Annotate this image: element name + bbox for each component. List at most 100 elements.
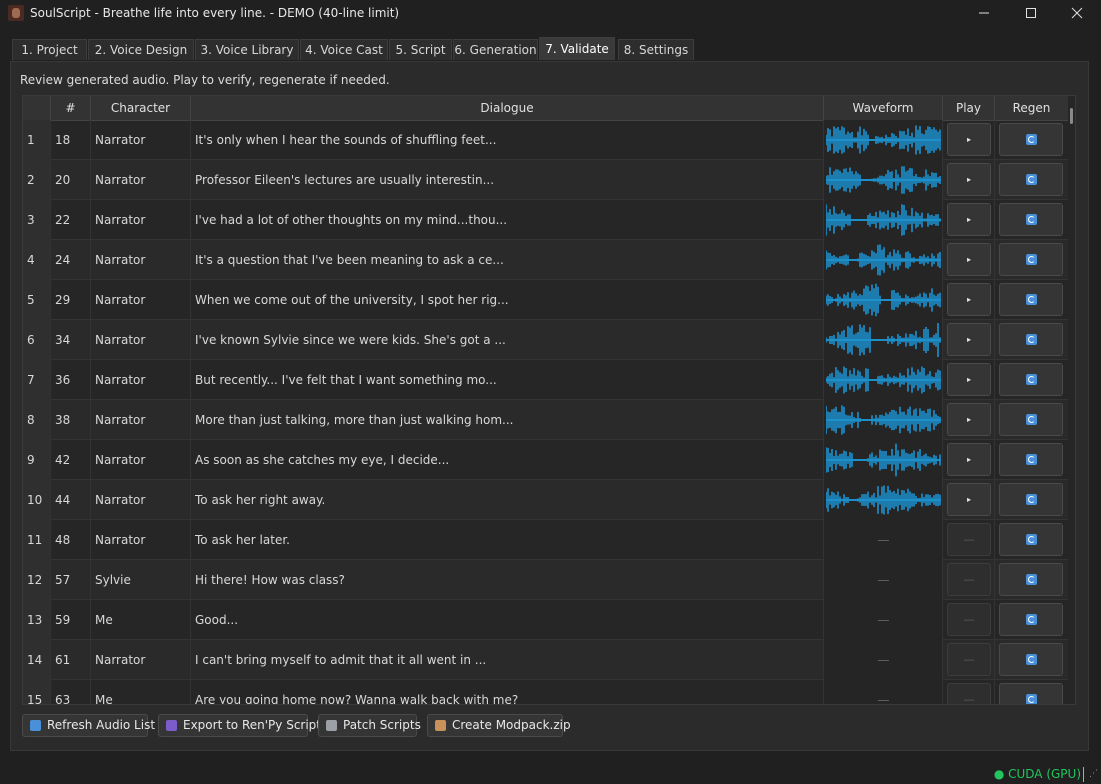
header-character[interactable]: Character [91,96,191,120]
regen-button[interactable] [999,683,1063,704]
tab-voice-design[interactable]: 2. Voice Design [88,39,194,60]
table-row[interactable]: 14 61 Narrator I can't bring myself to admi… [23,640,1068,680]
row-index: 14 [23,640,51,680]
play-cell: ▸ [943,360,995,400]
close-button[interactable] [1054,0,1100,26]
dialogue-text: To ask her right away. [191,480,824,520]
tab-settings[interactable]: 8. Settings [618,39,694,60]
play-button[interactable]: — [947,683,991,704]
regen-button[interactable] [999,443,1063,476]
line-number: 61 [51,640,91,680]
waveform-cell [824,360,943,400]
regen-button[interactable] [999,363,1063,396]
regen-cell [995,160,1068,200]
resize-grip-icon[interactable]: ⋰ [1089,769,1098,781]
minimize-button[interactable] [961,0,1007,26]
row-index: 13 [23,600,51,640]
play-button[interactable]: ▸ [947,283,991,316]
character-name: Narrator [91,320,191,360]
table-row[interactable]: 1 18 Narrator It's only when I hear the sou… [23,120,1068,160]
character-name: Narrator [91,200,191,240]
dialogue-text: Are you going home now? Wanna walk back … [191,680,824,704]
play-button[interactable]: ▸ [947,323,991,356]
tab-voice-library[interactable]: 3. Voice Library [195,39,299,60]
tab-project[interactable]: 1. Project [12,39,87,60]
character-name: Narrator [91,160,191,200]
audio-table: # Character Dialogue Waveform Play Regen… [22,95,1076,705]
line-number: 34 [51,320,91,360]
dialogue-text: It's only when I hear the sounds of shuf… [191,120,824,160]
create-modpack-button[interactable]: Create Modpack.zip [427,714,571,737]
table-row[interactable]: 9 42 Narrator As soon as she catches my eye… [23,440,1068,480]
table-row[interactable]: 12 57 Sylvie Hi there! How was class? — — [23,560,1068,600]
tab-script[interactable]: 5. Script [389,39,452,60]
regen-button[interactable] [999,243,1063,276]
tab-voice-cast[interactable]: 4. Voice Cast [300,39,388,60]
play-button[interactable]: ▸ [947,243,991,276]
regen-button[interactable] [999,603,1063,636]
refresh-icon [1025,494,1037,505]
header-dialogue[interactable]: Dialogue [191,96,824,120]
play-button[interactable]: ▸ [947,483,991,516]
play-button[interactable]: ▸ [947,163,991,196]
table-row[interactable]: 15 63 Me Are you going home now? Wanna walk… [23,680,1068,704]
regen-button[interactable] [999,323,1063,356]
regen-cell [995,400,1068,440]
waveform-graphic [826,283,941,317]
play-cell: ▸ [943,240,995,280]
regen-cell [995,440,1068,480]
table-row[interactable]: 11 48 Narrator To ask her later. — — [23,520,1068,560]
table-row[interactable]: 10 44 Narrator To ask her right away. ▸ [23,480,1068,520]
header-regen[interactable]: Regen [995,96,1068,120]
header-play[interactable]: Play [943,96,995,120]
regen-button[interactable] [999,283,1063,316]
line-number: 36 [51,360,91,400]
play-button[interactable]: ▸ [947,443,991,476]
refresh-icon [1025,414,1037,425]
waveform-graphic [826,366,941,394]
tab-generation[interactable]: 6. Generation [453,39,538,60]
regen-button[interactable] [999,563,1063,596]
vertical-scrollbar[interactable] [1068,96,1075,704]
play-button[interactable]: ▸ [947,123,991,156]
regen-button[interactable] [999,123,1063,156]
play-button[interactable]: — [947,643,991,676]
refresh-icon [30,720,41,731]
play-button[interactable]: — [947,603,991,636]
table-row[interactable]: 13 59 Me Good... — — [23,600,1068,640]
export-renpy-button[interactable]: Export to Ren'Py Script [158,714,321,737]
play-cell: — [943,640,995,680]
character-name: Narrator [91,120,191,160]
dialogue-text: As soon as she catches my eye, I decide.… [191,440,824,480]
waveform-cell [824,120,943,160]
regen-button[interactable] [999,483,1063,516]
play-button[interactable]: ▸ [947,203,991,236]
play-button[interactable]: — [947,523,991,556]
regen-cell [995,680,1068,704]
regen-button[interactable] [999,203,1063,236]
waveform-graphic [826,244,941,276]
regen-button[interactable] [999,523,1063,556]
header-num[interactable]: # [51,96,91,120]
dialogue-text: It's a question that I've been meaning t… [191,240,824,280]
regen-button[interactable] [999,163,1063,196]
play-button[interactable]: ▸ [947,403,991,436]
header-waveform[interactable]: Waveform [824,96,943,120]
play-button[interactable]: — [947,563,991,596]
scrollbar-thumb[interactable] [1070,108,1073,124]
regen-button[interactable] [999,643,1063,676]
patch-scripts-button[interactable]: Patch Scripts [318,714,421,737]
table-row[interactable]: 6 34 Narrator I've known Sylvie since we we… [23,320,1068,360]
maximize-button[interactable] [1008,0,1054,26]
table-row[interactable]: 4 24 Narrator It's a question that I've bee… [23,240,1068,280]
regen-cell [995,640,1068,680]
refresh-audio-list-button[interactable]: Refresh Audio List [22,714,155,737]
regen-button[interactable] [999,403,1063,436]
play-button[interactable]: ▸ [947,363,991,396]
tab-validate[interactable]: 7. Validate [539,37,615,60]
table-row[interactable]: 2 20 Narrator Professor Eileen's lectures a… [23,160,1068,200]
table-row[interactable]: 8 38 Narrator More than just talking, more … [23,400,1068,440]
table-row[interactable]: 5 29 Narrator When we come out of the unive… [23,280,1068,320]
table-row[interactable]: 3 22 Narrator I've had a lot of other thoug… [23,200,1068,240]
table-row[interactable]: 7 36 Narrator But recently... I've felt tha… [23,360,1068,400]
